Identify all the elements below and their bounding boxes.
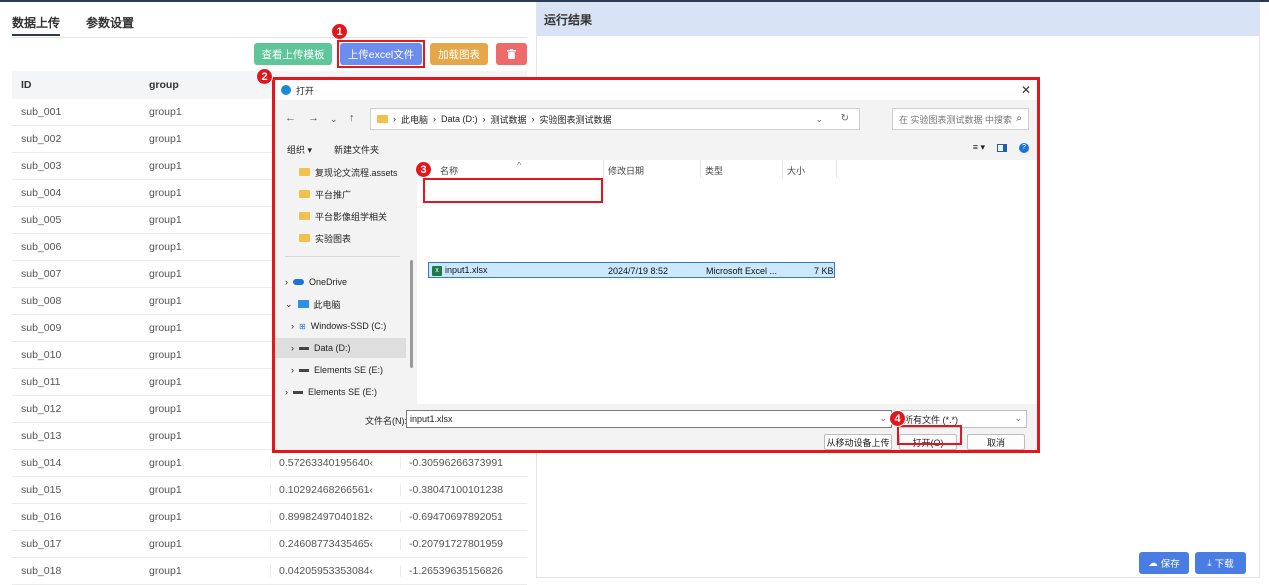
cell-value2: -0.38047100101238 bbox=[400, 484, 527, 496]
cell-value1: 0.04205953353084‹ bbox=[270, 565, 400, 577]
tab-bar: 数据上传 参数设置 bbox=[12, 14, 134, 36]
table-row: sub_016 group1 0.89982497040182‹ -0.6947069… bbox=[12, 504, 527, 531]
view-template-button[interactable]: 查看上传模板 bbox=[254, 43, 332, 65]
cell-id: sub_008 bbox=[21, 295, 62, 307]
cell-value2: -0.69470697892051 bbox=[400, 511, 527, 523]
cell-group: group1 bbox=[149, 322, 182, 334]
tab-params[interactable]: 参数设置 bbox=[86, 14, 134, 36]
cell-id: sub_007 bbox=[21, 268, 62, 280]
cell-id: sub_004 bbox=[21, 187, 62, 199]
cell-value1: 0.89982497040182‹ bbox=[270, 511, 400, 523]
cell-group: group1 bbox=[149, 106, 182, 118]
cell-group: group1 bbox=[149, 403, 182, 415]
cell-id: sub_015 bbox=[21, 484, 62, 496]
cell-id: sub_001 bbox=[21, 106, 62, 118]
cell-group: group1 bbox=[149, 376, 182, 388]
cell-id: sub_018 bbox=[21, 565, 62, 577]
table-row: sub_018 group1 0.04205953353084‹ -1.2653963… bbox=[12, 558, 527, 585]
trash-icon bbox=[507, 49, 516, 59]
download-label: 下载 bbox=[1214, 559, 1234, 570]
highlight-box-file bbox=[423, 178, 603, 203]
tab-upload[interactable]: 数据上传 bbox=[12, 14, 61, 36]
cell-value2: -0.30596266373991 bbox=[400, 457, 527, 469]
cell-group: group1 bbox=[149, 349, 182, 361]
column-header-group: group bbox=[149, 79, 179, 91]
cell-value1: 0.24608773435465‹ bbox=[270, 538, 400, 550]
cell-group: group1 bbox=[149, 187, 182, 199]
cell-group: group1 bbox=[149, 214, 182, 226]
cell-group: group1 bbox=[149, 511, 182, 523]
table-row: sub_014 group1 0.57263340195640‹ -0.3059626… bbox=[12, 450, 527, 477]
cell-group: group1 bbox=[149, 295, 182, 307]
table-row: sub_017 group1 0.24608773435465‹ -0.2079172… bbox=[12, 531, 527, 558]
highlight-box-dialog bbox=[272, 77, 1040, 453]
cell-id: sub_016 bbox=[21, 511, 62, 523]
step-badge-1: 1 bbox=[331, 23, 348, 40]
cell-value1: 0.10292468266561‹ bbox=[270, 484, 400, 496]
cell-id: sub_005 bbox=[21, 214, 62, 226]
cell-id: sub_002 bbox=[21, 133, 62, 145]
step-badge-2: 2 bbox=[256, 68, 273, 85]
download-button[interactable]: ⤓ 下载 bbox=[1195, 552, 1246, 574]
delete-button[interactable] bbox=[496, 43, 527, 65]
cell-group: group1 bbox=[149, 565, 182, 577]
load-chart-button[interactable]: 加载图表 bbox=[430, 43, 488, 65]
cell-id: sub_011 bbox=[21, 376, 61, 388]
cell-id: sub_013 bbox=[21, 430, 62, 442]
step-badge-4: 4 bbox=[889, 410, 906, 427]
save-button[interactable]: ☁ 保存 bbox=[1139, 552, 1189, 574]
cell-group: group1 bbox=[149, 268, 182, 280]
cell-group: group1 bbox=[149, 538, 182, 550]
cell-id: sub_017 bbox=[21, 538, 62, 550]
cell-group: group1 bbox=[149, 457, 182, 469]
cell-group: group1 bbox=[149, 484, 182, 496]
cell-group: group1 bbox=[149, 430, 182, 442]
cell-value1: 0.57263340195640‹ bbox=[270, 457, 400, 469]
highlight-box-open bbox=[897, 425, 962, 445]
cell-id: sub_010 bbox=[21, 349, 62, 361]
save-icon: ☁ bbox=[1148, 557, 1158, 569]
cell-id: sub_009 bbox=[21, 322, 62, 334]
cell-value2: -1.26539635156826 bbox=[400, 565, 527, 577]
cell-group: group1 bbox=[149, 160, 182, 172]
cell-id: sub_014 bbox=[21, 457, 62, 469]
tab-divider bbox=[12, 37, 527, 38]
result-title: 运行结果 bbox=[537, 3, 1259, 36]
cell-group: group1 bbox=[149, 133, 182, 145]
column-header-id: ID bbox=[21, 79, 32, 91]
cell-group: group1 bbox=[149, 241, 182, 253]
save-label: 保存 bbox=[1160, 559, 1180, 570]
highlight-box-upload bbox=[337, 40, 425, 68]
cell-id: sub_012 bbox=[21, 403, 62, 415]
cell-value2: -0.20791727801959 bbox=[400, 538, 527, 550]
step-badge-3: 3 bbox=[415, 161, 432, 178]
cell-id: sub_006 bbox=[21, 241, 62, 253]
download-icon: ⤓ bbox=[1207, 557, 1212, 569]
cell-id: sub_003 bbox=[21, 160, 62, 172]
table-row: sub_015 group1 0.10292468266561‹ -0.3804710… bbox=[12, 477, 527, 504]
